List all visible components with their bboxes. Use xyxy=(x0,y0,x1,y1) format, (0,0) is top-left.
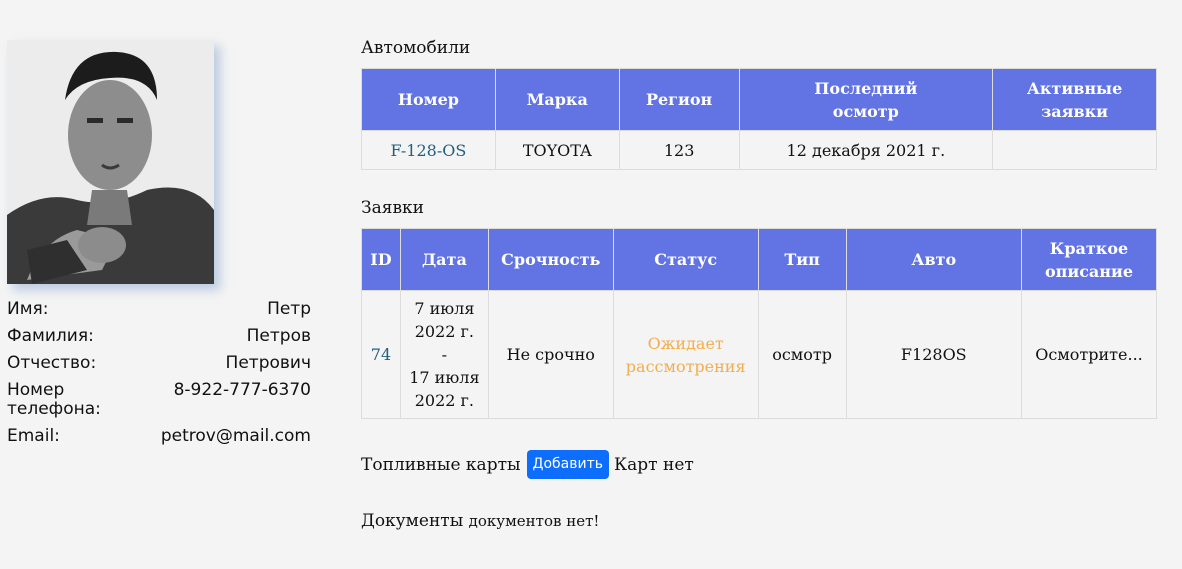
cars-header-number: Номер xyxy=(361,68,496,131)
cars-header-last-inspection: Последний осмотр xyxy=(738,68,994,131)
car-region-cell: 123 xyxy=(618,130,740,170)
request-date-to: 17 июля 2022 г. xyxy=(409,368,480,410)
status-pending-text: Ожидает рассмотрения xyxy=(625,333,746,376)
cars-table: Номер Марка Регион Последний осмотр Акти… xyxy=(361,68,1157,170)
table-row: F-128-OS TOYOTA 123 12 декабря 2021 г. xyxy=(361,130,1157,170)
first-name-value: Петр xyxy=(267,299,311,319)
request-id-link[interactable]: 74 xyxy=(371,345,391,364)
profile-info: Имя: Петр Фамилия: Петров Отчество: Петр… xyxy=(7,300,311,454)
profile-row-phone: Номер телефона: 8-922-777-6370 xyxy=(7,381,311,419)
last-inspection-header-text: Последний осмотр xyxy=(814,78,918,121)
email-label: Email: xyxy=(7,426,60,446)
profile-row-first-name: Имя: Петр xyxy=(7,300,311,319)
patronymic-label: Отчество: xyxy=(7,353,97,373)
table-row: 74 7 июля 2022 г. - 17 июля 2022 г. Не с… xyxy=(361,290,1157,419)
add-fuel-card-button[interactable]: Добавить xyxy=(526,450,609,479)
profile-row-patronymic: Отчество: Петрович xyxy=(7,354,311,373)
cars-header-active-requests: Активные заявки xyxy=(992,68,1157,131)
cars-header-brand: Марка xyxy=(494,68,620,131)
car-brand-cell: TOYOTA xyxy=(494,130,620,170)
requests-header-date: Дата xyxy=(399,228,489,291)
request-description-cell: Осмотрите... xyxy=(1021,290,1157,419)
active-requests-header-text: Активные заявки xyxy=(1026,78,1123,121)
requests-header-id: ID xyxy=(361,228,401,291)
profile-photo xyxy=(7,40,214,284)
cars-header-region: Регион xyxy=(618,68,740,131)
cars-header-row: Номер Марка Регион Последний осмотр Акти… xyxy=(361,68,1157,131)
fuel-cards-section: Топливные карты Добавить Карт нет xyxy=(361,450,694,479)
request-urgency-cell: Не срочно xyxy=(487,290,614,419)
phone-value: 8-922-777-6370 xyxy=(173,380,311,400)
requests-header-car: Авто xyxy=(845,228,1023,291)
profile-row-email: Email: petrov@mail.com xyxy=(7,427,311,446)
request-car-cell: F128OS xyxy=(845,290,1023,419)
fuel-cards-empty-text: Карт нет xyxy=(614,454,694,475)
profile-row-last-name: Фамилия: Петров xyxy=(7,327,311,346)
cars-title: Автомобили xyxy=(361,38,471,58)
car-last-inspection-cell: 12 декабря 2021 г. xyxy=(738,130,994,170)
fuel-cards-title: Топливные карты xyxy=(361,454,521,475)
first-name-label: Имя: xyxy=(7,299,49,319)
patronymic-value: Петрович xyxy=(225,353,311,373)
documents-section: Документы документов нет! xyxy=(361,511,599,531)
car-number-link[interactable]: F-128-OS xyxy=(391,141,467,160)
requests-header-description: Краткое описание xyxy=(1021,228,1157,291)
requests-title: Заявки xyxy=(361,198,424,218)
documents-title: Документы xyxy=(361,511,464,531)
request-date-separator: - xyxy=(441,345,448,364)
phone-label: Номер телефона: xyxy=(7,380,101,419)
requests-header-row: ID Дата Срочность Статус Тип Авто Кратко… xyxy=(361,228,1157,291)
request-status-cell: Ожидает рассмотрения xyxy=(612,290,759,419)
requests-table: ID Дата Срочность Статус Тип Авто Кратко… xyxy=(361,228,1157,419)
request-id-cell: 74 xyxy=(361,290,401,419)
car-number-cell: F-128-OS xyxy=(361,130,496,170)
requests-header-urgency: Срочность xyxy=(487,228,614,291)
email-value: petrov@mail.com xyxy=(160,426,311,446)
requests-header-status: Статус xyxy=(612,228,759,291)
last-name-label: Фамилия: xyxy=(7,326,94,346)
documents-empty-text: документов нет! xyxy=(468,512,600,530)
request-type-cell: осмотр xyxy=(757,290,847,419)
requests-header-type: Тип xyxy=(757,228,847,291)
request-date-cell: 7 июля 2022 г. - 17 июля 2022 г. xyxy=(399,290,489,419)
car-active-requests-cell xyxy=(992,130,1157,170)
last-name-value: Петров xyxy=(246,326,311,346)
description-header-text: Краткое описание xyxy=(1044,238,1134,281)
request-date-from: 7 июля 2022 г. xyxy=(414,299,475,341)
